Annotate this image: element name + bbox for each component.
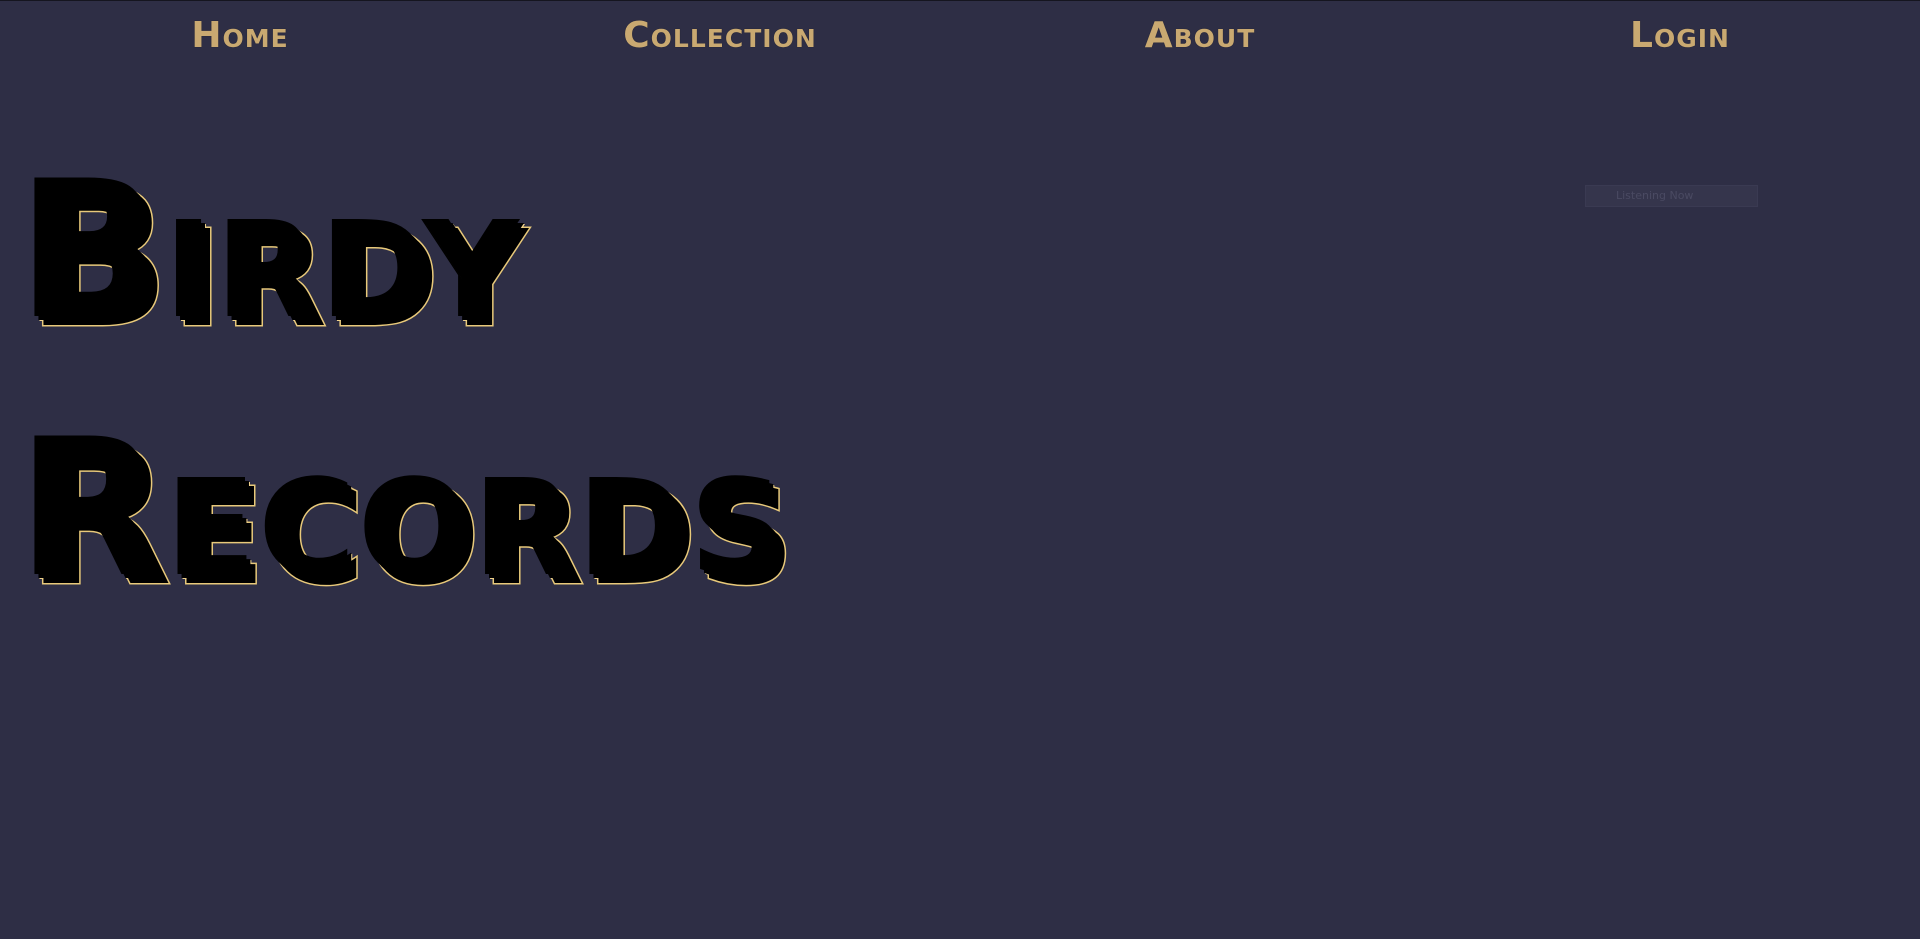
hero-title-line-records: Records [24,406,797,630]
hero-title: Birdy Records [24,131,797,647]
listening-widget-label: Listening Now [1616,189,1694,202]
top-navigation: Home Collection About Login [0,1,1920,67]
nav-login-link[interactable]: Login [1440,15,1920,56]
nav-about-link[interactable]: About [960,15,1440,56]
listening-widget[interactable]: Listening Now [1585,185,1758,207]
hero-title-line-birdy: Birdy [24,148,530,372]
nav-home-link[interactable]: Home [0,15,480,56]
nav-collection-link[interactable]: Collection [480,15,960,56]
